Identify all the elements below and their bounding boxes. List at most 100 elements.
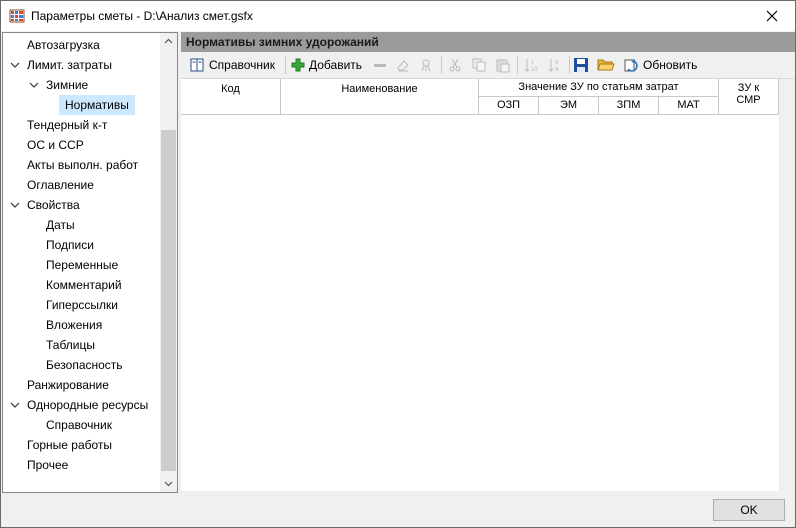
cut-button[interactable] [447, 54, 463, 76]
chevron-down-icon[interactable] [9, 395, 21, 415]
tree-item-label: Нормативы [59, 95, 135, 115]
broom-icon [421, 59, 431, 72]
app-icon [9, 9, 25, 23]
column-header-label: ЗУ к [737, 82, 760, 94]
chevron-down-icon[interactable] [9, 195, 21, 215]
tree-item-label: Зимние [46, 78, 89, 92]
tree-item-label: Акты выполн. работ [27, 158, 139, 172]
chevron-down-icon [164, 481, 173, 487]
refresh-label: Обновить [643, 58, 698, 72]
tree-item-label: Вложения [46, 318, 103, 332]
norms-table[interactable]: Код Наименование Значение ЗУ по статьям … [181, 79, 779, 491]
column-header-label: СМР [736, 94, 761, 106]
svg-text:A: A [555, 60, 559, 66]
book-icon [190, 58, 204, 72]
column-header-code[interactable]: Код [181, 79, 281, 115]
save-button[interactable] [573, 54, 589, 76]
tree-item-label: Свойства [27, 198, 80, 212]
add-label: Добавить [309, 58, 363, 72]
remove-button[interactable] [373, 54, 387, 76]
tree-item-label: Тендерный к-т [27, 118, 108, 132]
close-icon [766, 10, 778, 22]
column-header-label: Код [221, 83, 240, 95]
edit-button[interactable] [395, 54, 411, 76]
column-header-label: МАТ [677, 99, 700, 111]
refresh-icon [624, 59, 638, 72]
tree-item-label: Гиперссылки [46, 298, 118, 312]
panel-title: Нормативы зимних удорожаний [181, 32, 795, 52]
folder-open-icon [597, 59, 615, 71]
toolbar-separator [517, 56, 518, 74]
tree-item-label: Горные работы [27, 438, 113, 452]
column-header-label: ЭМ [559, 99, 578, 111]
ok-button[interactable]: OK [713, 499, 785, 521]
scroll-up-button[interactable] [160, 33, 177, 50]
tree-item-norms[interactable]: Нормативы [3, 95, 158, 115]
tree-item-label: Автозагрузка [27, 38, 100, 52]
scroll-down-button[interactable] [160, 475, 177, 492]
toolbar-separator [285, 56, 286, 74]
sort-alpha-button[interactable]: AЯ [547, 54, 563, 76]
column-header-zpm[interactable]: ЗПМ [599, 97, 659, 115]
copy-button[interactable] [471, 54, 487, 76]
reference-button[interactable]: Справочник [189, 54, 275, 76]
toolbar: Справочник Добавить 1 10 A Я Обновить [181, 52, 795, 79]
title-bar: Параметры сметы - D:\Анализ смет.gsfx [1, 1, 795, 31]
open-button[interactable] [597, 54, 615, 76]
svg-text:1: 1 [531, 60, 534, 66]
tree-item-label: Таблицы [46, 338, 96, 352]
minus-icon [374, 64, 386, 67]
dialog-window: Параметры сметы - D:\Анализ смет.gsfx Ав… [0, 0, 796, 528]
toolbar-separator [441, 56, 442, 74]
tree-item-label: ОС и ССР [27, 138, 84, 152]
tree-item-label: Справочник [46, 418, 112, 432]
tree-item-label: Прочее [27, 458, 69, 472]
column-group-label: Значение ЗУ по статьям затрат [518, 81, 679, 93]
svg-text:Я: Я [555, 67, 558, 73]
chevron-down-icon[interactable] [9, 55, 21, 75]
tree-item-label: Даты [46, 218, 75, 232]
column-header-label: Наименование [341, 83, 418, 95]
svg-text:10: 10 [531, 67, 537, 73]
add-button[interactable]: Добавить [291, 54, 362, 76]
column-header-mat[interactable]: МАТ [659, 97, 719, 115]
scissors-icon [449, 58, 461, 72]
refresh-button[interactable]: Обновить [623, 54, 697, 76]
column-header-zu-smr[interactable]: ЗУ к СМР [719, 79, 779, 115]
tree-item-label: Оглавление [27, 178, 94, 192]
window-title: Параметры сметы - D:\Анализ смет.gsfx [31, 9, 253, 23]
tree-item-label: Однородные ресурсы [27, 398, 149, 412]
tree-item-label: Ранжирование [27, 378, 109, 392]
paste-icon [496, 59, 510, 73]
toolbar-separator [569, 56, 570, 74]
save-icon [574, 58, 588, 72]
clear-button[interactable] [419, 54, 435, 76]
copy-icon [472, 58, 486, 72]
settings-tree: Автозагрузка Лимит. затраты Зимние Норма… [2, 32, 178, 493]
tree-item-label: Подписи [46, 238, 94, 252]
eraser-icon [397, 60, 409, 72]
tree-item-label: Комментарий [46, 278, 122, 292]
sidebar-scrollbar[interactable] [160, 33, 177, 492]
sort-ascending-icon: 110 [524, 59, 537, 73]
close-button[interactable] [749, 1, 795, 31]
paste-button[interactable] [495, 54, 511, 76]
column-header-name[interactable]: Наименование [281, 79, 479, 115]
tree-item-label: Лимит. затраты [27, 58, 112, 72]
table-scrollbar[interactable] [779, 79, 795, 491]
scrollbar-thumb[interactable] [161, 130, 176, 471]
column-header-label: ОЗП [496, 99, 521, 111]
tree-item-label: Переменные [46, 258, 119, 272]
column-group-header-values: Значение ЗУ по статьям затрат [479, 79, 719, 97]
sort-alpha-icon: AЯ [548, 59, 559, 73]
ok-label: OK [740, 503, 758, 517]
column-header-em[interactable]: ЭМ [539, 97, 599, 115]
chevron-down-icon[interactable] [28, 75, 40, 95]
plus-icon [291, 58, 305, 72]
norms-panel: Нормативы зимних удорожаний Справочник Д… [181, 32, 795, 491]
tree-item-label: Безопасность [46, 358, 123, 372]
column-header-ozp[interactable]: ОЗП [479, 97, 539, 115]
chevron-up-icon [164, 38, 173, 44]
reference-label: Справочник [209, 58, 275, 72]
sort-ascending-button[interactable]: 1 10 [523, 54, 539, 76]
